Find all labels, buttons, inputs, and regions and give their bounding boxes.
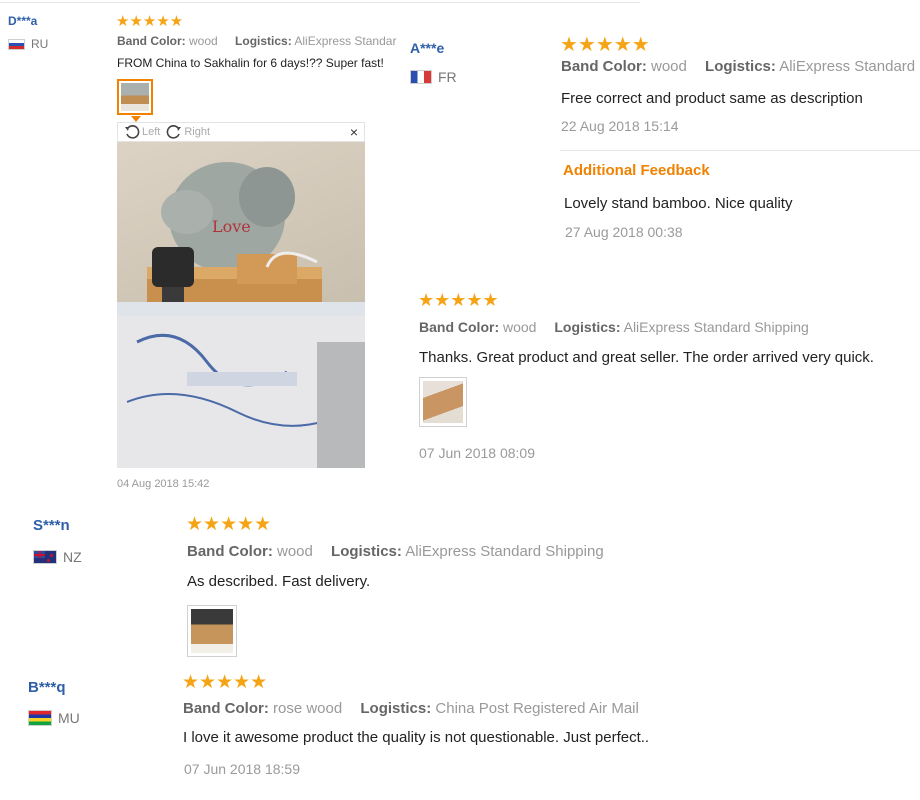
logistics-label: Logistics: [235,34,292,48]
rotate-left-label: Left [142,126,161,138]
logistics-value: China Post Registered Air Mail [435,700,639,717]
country-code: MU [58,710,80,726]
country-code: FR [438,69,457,85]
feedback-divider [560,150,920,151]
country-code: NZ [63,549,82,565]
new-zealand-flag-icon [33,550,57,564]
additional-feedback-text: Lovely stand bamboo. Nice quality [564,195,793,212]
review-5: B***q MU ★★★★★ Band Color: rose wood Log… [0,665,740,795]
logistics-label: Logistics: [360,700,432,717]
band-color-label: Band Color: [117,34,186,48]
svg-text:Love: Love [212,217,251,236]
additional-feedback-title: Additional Feedback [563,162,710,179]
star-rating: ★★★★★ [116,13,184,30]
logistics-label: Logistics: [705,58,776,75]
thumbnail-image [121,83,149,111]
review-photo-thumbnail[interactable] [419,377,467,427]
band-color-label: Band Color: [561,58,647,75]
rotate-right-label: Right [184,126,211,138]
mauritius-flag-icon [28,710,52,726]
russia-flag-icon [8,38,25,50]
review-4: S***n NZ ★★★★★ Band Color: wood Logistic… [0,505,700,665]
france-flag-icon [410,70,432,84]
order-attributes: Band Color: wood Logistics: AliExpress S… [187,543,604,560]
reviewer-country: RU [8,37,48,51]
order-attributes: Band Color: wood Logistics: AliExpress S… [419,319,809,335]
star-rating: ★★★★★ [182,672,268,693]
reviewer-name: D***a [8,14,38,28]
star-rating: ★★★★★ [186,514,272,535]
band-color-label: Band Color: [419,319,500,335]
thumbnail-image [191,609,233,653]
band-color-label: Band Color: [187,543,273,560]
close-icon[interactable]: × [350,124,358,140]
logistics-label: Logistics: [331,543,402,560]
review-2: A***e FR ★★★★★ Band Color: wood Logistic… [400,20,920,260]
review-photo-thumbnail[interactable] [117,79,153,115]
reviewer-name: A***e [410,40,445,56]
rotate-right-button[interactable]: Right [166,124,210,140]
star-rating: ★★★★★ [560,34,650,56]
reviewer-country: MU [28,710,80,726]
review-text: FROM China to Sakhalin for 6 days!?? Sup… [117,56,384,70]
band-color-value: wood [277,543,313,560]
reviewer-name: S***n [33,517,70,534]
band-color-value: rose wood [273,700,343,717]
additional-feedback-date: 27 Aug 2018 00:38 [565,224,683,240]
logistics-value: AliExpress Standard [779,58,916,75]
band-color-value: wood [503,319,537,335]
review-text: As described. Fast delivery. [187,573,371,590]
logistics-value: AliExpress Standard Shipping [405,543,604,560]
product-photo-illustration: Love [117,162,365,468]
review-date: 07 Jun 2018 18:59 [184,761,300,777]
review-text: I love it awesome product the quality is… [183,729,650,746]
review-photo-large: Love [117,142,365,468]
band-color-label: Band Color: [183,700,269,717]
review-photo-thumbnail[interactable] [187,605,237,657]
review-1: D***a RU ★★★★★ Band Color: wood Logistic… [0,0,400,500]
rotate-right-icon [167,125,182,139]
order-attributes: Band Color: wood Logistics: AliExpress S… [561,58,920,75]
review-date: 07 Jun 2018 08:09 [419,445,535,461]
logistics-value: AliExpress Standard Shipping [623,319,809,335]
review-3: ★★★★★ Band Color: wood Logistics: AliExp… [410,285,920,475]
review-text: Free correct and product same as descrip… [561,90,863,107]
image-viewer-toolbar: Left Right × [117,122,365,142]
rotate-left-button[interactable]: Left [124,124,160,140]
order-attributes: Band Color: wood Logistics: AliExpress S… [117,34,397,48]
review-date: 22 Aug 2018 15:14 [561,118,679,134]
reviewer-country: FR [410,69,457,85]
band-color-value: wood [651,58,687,75]
logistics-label: Logistics: [554,319,621,335]
reviewer-country: NZ [33,549,82,565]
thumbnail-image [423,381,463,423]
review-date: 04 Aug 2018 15:42 [117,478,210,490]
review-text: Thanks. Great product and great seller. … [419,349,874,366]
star-rating: ★★★★★ [418,290,499,310]
country-code: RU [31,37,49,51]
rotate-left-icon [125,125,140,139]
band-color-value: wood [189,34,218,48]
logistics-value: AliExpress Standard Shi [294,34,397,48]
order-attributes: Band Color: rose wood Logistics: China P… [183,700,639,717]
reviewer-name: B***q [28,679,66,696]
